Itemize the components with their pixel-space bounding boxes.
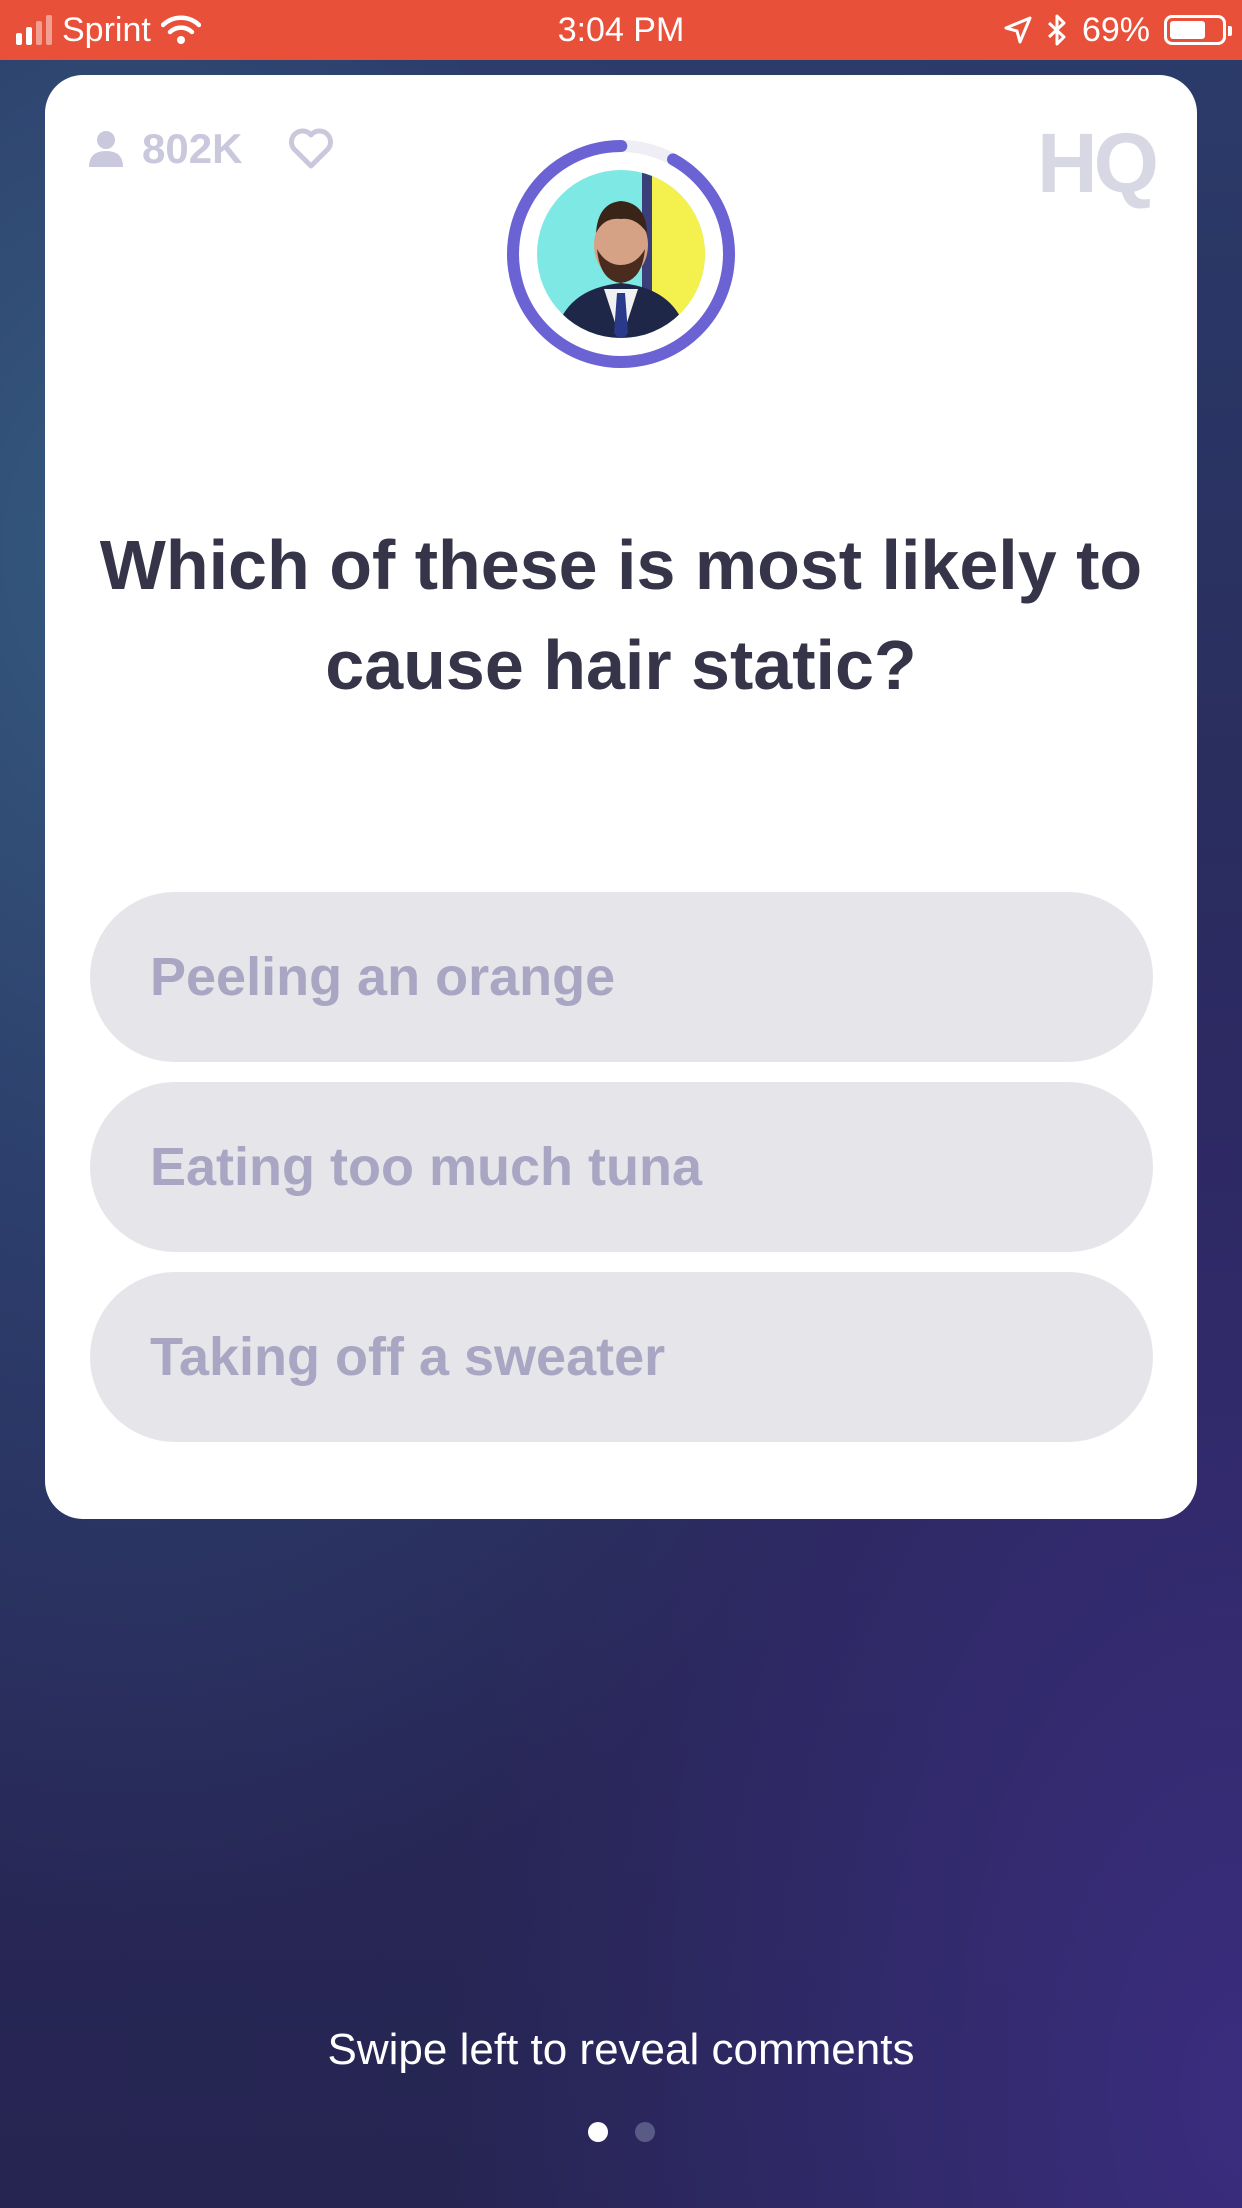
- heart-icon[interactable]: [288, 128, 334, 170]
- person-icon: [89, 131, 123, 167]
- page-dot[interactable]: [587, 2122, 608, 2142]
- viewer-count: 802K: [142, 125, 243, 172]
- host-avatar: [537, 170, 705, 338]
- question-card: 802K HQ Which of these is most likely to…: [45, 75, 1197, 1519]
- question-text: Which of these is most likely to cause h…: [99, 526, 1143, 704]
- battery-percent: 69%: [1081, 10, 1150, 49]
- answer-option-3[interactable]: Taking off a sweater: [90, 1272, 1153, 1442]
- answer-label: Eating too much tuna: [150, 1137, 702, 1197]
- hq-logo: HQ: [1037, 116, 1159, 210]
- answer-option-2[interactable]: Eating too much tuna: [90, 1082, 1153, 1252]
- countdown-timer: [507, 140, 735, 368]
- status-bar-right: 69%: [1004, 0, 1232, 60]
- answer-label: Peeling an orange: [150, 947, 616, 1007]
- battery-fill: [1170, 21, 1205, 39]
- page-dot[interactable]: [634, 2122, 655, 2142]
- battery-icon: [1164, 15, 1232, 45]
- answer-option-1[interactable]: Peeling an orange: [90, 892, 1153, 1062]
- status-bar: Sprint 3:04 PM 69%: [0, 0, 1242, 60]
- page-indicator[interactable]: [0, 2122, 1242, 2142]
- bluetooth-icon: [1047, 14, 1066, 46]
- answer-label: Taking off a sweater: [150, 1327, 666, 1387]
- swipe-hint: Swipe left to reveal comments: [327, 2025, 915, 2074]
- viewer-info: 802K: [88, 125, 334, 173]
- location-icon: [1004, 16, 1032, 44]
